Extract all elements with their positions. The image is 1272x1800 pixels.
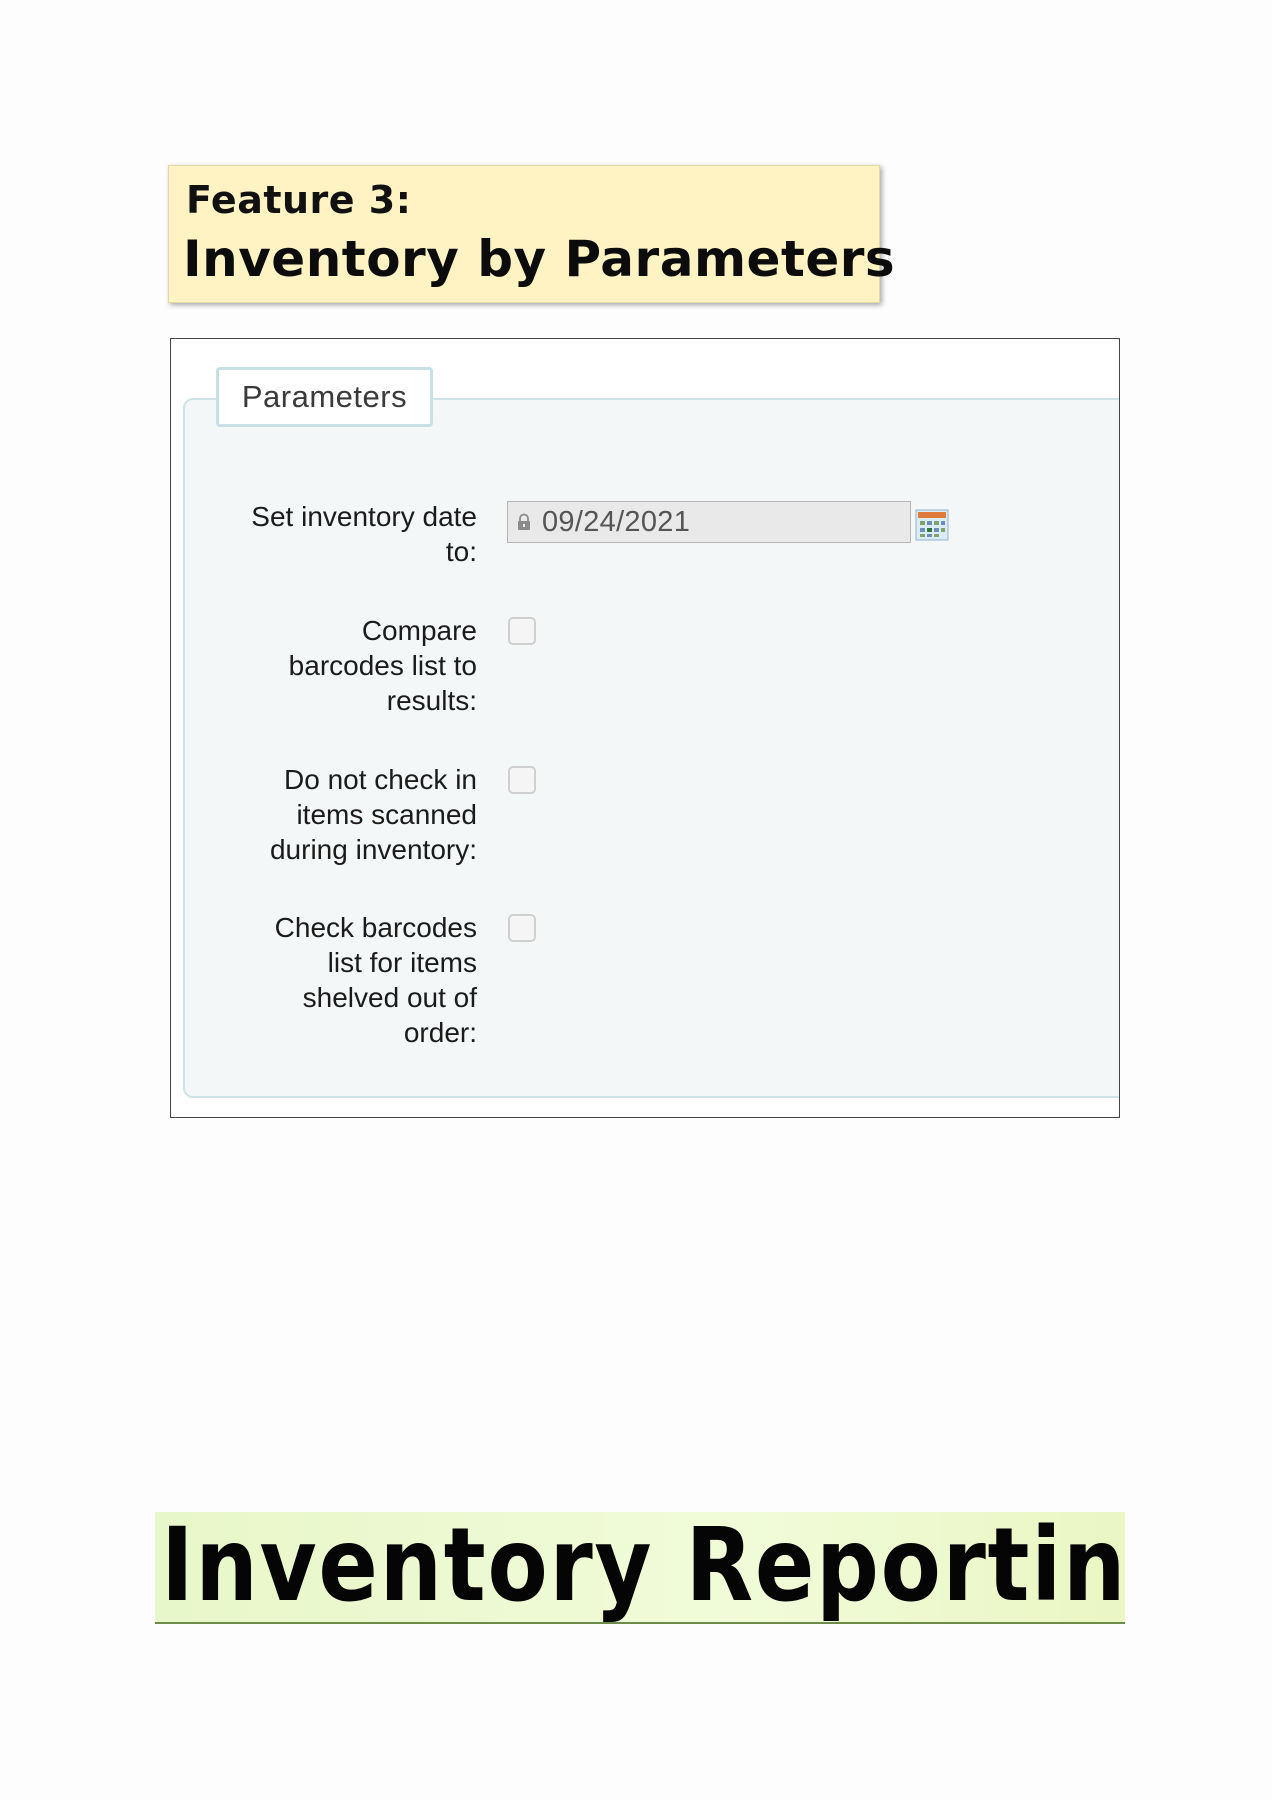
label-line: order: <box>403 1017 477 1048</box>
report-heading-banner: Inventory Reporting <box>155 1512 1125 1624</box>
feature-title: Inventory by Parameters <box>183 230 896 288</box>
feature-banner: Feature 3: Inventory by Parameters <box>168 165 895 303</box>
label-line: during inventory: <box>269 834 477 865</box>
report-heading: Inventory Reporting <box>161 1512 1125 1624</box>
compare-barcodes-checkbox[interactable] <box>508 617 536 645</box>
label-line: Check barcodes <box>274 912 477 943</box>
label-line: shelved out of <box>302 982 477 1013</box>
feature-label: Feature 3: <box>186 178 412 222</box>
parameters-legend: Parameters <box>216 367 433 427</box>
parameters-legend-text: Parameters <box>241 379 408 414</box>
out-of-order-label: Check barcodes list for items shelved ou… <box>177 910 477 1050</box>
inventory-date-value: 09/24/2021 <box>542 505 691 538</box>
inventory-date-input[interactable]: 09/24/2021 <box>507 501 911 543</box>
calendar-icon[interactable] <box>915 509 949 541</box>
do-not-check-in-label: Do not check in items scanned during inv… <box>177 762 477 867</box>
label-line: barcodes list to <box>288 650 477 681</box>
lock-icon <box>518 513 530 530</box>
label-line: Set inventory date <box>251 501 477 532</box>
label-line: list for items <box>327 947 477 978</box>
label-line: Do not check in <box>284 764 477 795</box>
label-line: results: <box>386 685 477 716</box>
label-line: Compare <box>361 615 477 646</box>
compare-barcodes-label: Compare barcodes list to results: <box>177 613 477 718</box>
out-of-order-checkbox[interactable] <box>508 914 536 942</box>
parameters-form-screenshot: Parameters Set inventory date to: 09/24/… <box>170 338 1120 1118</box>
label-line: items scanned <box>296 799 477 830</box>
label-line: to: <box>445 536 477 567</box>
do-not-check-in-checkbox[interactable] <box>508 766 536 794</box>
inventory-date-label: Set inventory date to: <box>177 499 477 569</box>
